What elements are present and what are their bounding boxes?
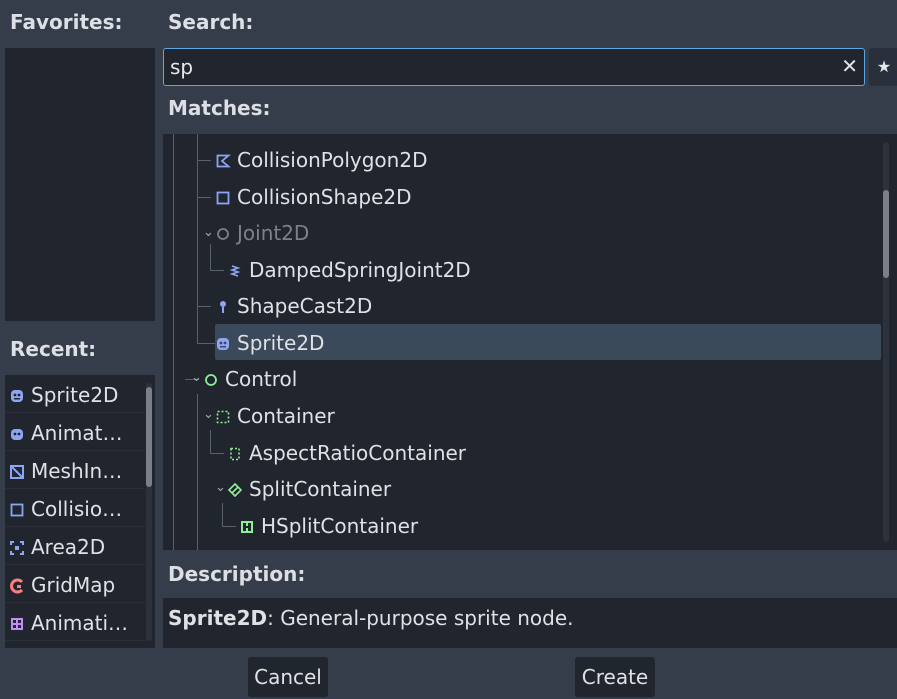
gridmap-icon <box>10 578 24 594</box>
animated-sprite2d-icon <box>11 429 23 440</box>
recent-item-mesh-instance[interactable]: MeshIn… <box>5 453 145 489</box>
tree-guide-line <box>197 160 211 161</box>
recent-item-label: Animati… <box>31 611 129 635</box>
tree-guide-line <box>222 526 236 527</box>
recent-item-label: Area2D <box>31 535 106 559</box>
tree-item-label: ShapeCast2D <box>237 294 373 318</box>
favorites-title: Favorites: <box>10 10 123 34</box>
tree-item-label: Joint2D <box>237 221 310 245</box>
tree-item-hsplit-container[interactable]: HSplitContainer <box>239 509 418 543</box>
recent-item-label: Animat… <box>31 421 123 445</box>
tree-item-joint2d[interactable]: Joint2D <box>215 216 309 250</box>
clear-search-icon[interactable]: ✕ <box>841 54 858 78</box>
tree-guide-line <box>210 244 211 271</box>
tree-item-label: AspectRatioContainer <box>249 441 467 465</box>
container-icon <box>216 410 230 424</box>
shapecast2d-icon <box>220 301 226 313</box>
recent-item-gridmap[interactable]: GridMap <box>5 567 145 603</box>
aspect-ratio-container-icon <box>230 447 240 461</box>
tree-guide-line <box>197 134 198 344</box>
split-container-icon <box>227 482 243 498</box>
tree-item-label: Control <box>225 367 298 391</box>
tree-item-split-container[interactable]: SplitContainer <box>227 472 391 506</box>
recent-item-animation-tree[interactable]: Animati… <box>5 605 145 641</box>
joint2d-icon <box>217 228 229 240</box>
create-button[interactable]: Create <box>575 657 655 697</box>
tree-item-label: Container <box>237 404 335 428</box>
favorites-list[interactable] <box>5 48 155 321</box>
matches-scrollbar-thumb[interactable] <box>883 190 889 278</box>
tree-item-label: HSplitContainer <box>261 514 419 538</box>
tree-guide-line <box>210 270 224 271</box>
matches-title: Matches: <box>168 96 271 120</box>
tree-item-aspect-ratio-container[interactable]: AspectRatioContainer <box>227 436 466 470</box>
recent-item-label: Collisio… <box>31 497 123 521</box>
chevron-down-icon[interactable]: ⌄ <box>203 225 214 240</box>
tree-item-control[interactable]: Control <box>203 362 297 396</box>
tree-guide-line <box>197 343 215 344</box>
tree-guide-line <box>173 134 174 550</box>
star-icon: ★ <box>876 57 892 76</box>
recent-title: Recent: <box>10 337 97 361</box>
tree-item-collision-shape2d[interactable]: CollisionShape2D <box>215 180 412 214</box>
search-input-value: sp <box>170 55 194 79</box>
favorite-star-button[interactable]: ★ <box>869 48 897 86</box>
recent-scrollbar-thumb[interactable] <box>146 387 152 487</box>
tree-item-label: CollisionPolygon2D <box>237 148 428 172</box>
search-title: Search: <box>168 10 254 34</box>
recent-item-label: MeshIn… <box>31 459 123 483</box>
tree-guide-line <box>197 197 211 198</box>
chevron-down-icon[interactable]: ⌄ <box>215 480 226 495</box>
tree-guide-line <box>197 306 211 307</box>
chevron-down-icon[interactable]: ⌄ <box>191 370 202 385</box>
tree-item-collision-polygon2d[interactable]: CollisionPolygon2D <box>215 143 427 177</box>
area2d-icon <box>10 541 24 555</box>
tree-guide-line <box>210 453 224 454</box>
search-input[interactable]: sp ✕ <box>163 48 865 86</box>
collision-polygon2d-icon <box>216 154 231 168</box>
description-panel: Sprite2D: General-purpose sprite node. <box>163 598 897 648</box>
collision-shape2d-icon <box>10 503 24 517</box>
mesh-instance2d-icon <box>10 465 24 479</box>
description-text: : General-purpose sprite node. <box>267 606 574 630</box>
recent-item-collision-shape[interactable]: Collisio… <box>5 491 145 527</box>
matches-tree[interactable]: ⌄ ⌄ ⌄ ⌄ CollisionPolygon2D CollisionShap… <box>163 134 897 550</box>
recent-item-area2d[interactable]: Area2D <box>5 529 145 565</box>
sprite2d-icon <box>11 390 23 402</box>
description-node-name: Sprite2D <box>168 606 268 630</box>
cancel-button[interactable]: Cancel <box>248 657 328 697</box>
recent-item-label: Sprite2D <box>31 383 119 407</box>
tree-item-damped-spring-joint2d[interactable]: DampedSpringJoint2D <box>227 253 471 287</box>
chevron-down-icon[interactable]: ⌄ <box>203 407 214 422</box>
tree-item-shapecast2d[interactable]: ShapeCast2D <box>215 289 372 323</box>
description-title: Description: <box>168 562 306 586</box>
collision-shape2d-icon <box>216 191 230 205</box>
control-icon <box>205 374 217 386</box>
tree-item-label: SplitContainer <box>249 477 392 501</box>
tree-item-label: CollisionShape2D <box>237 185 412 209</box>
hsplit-container-icon <box>241 521 253 533</box>
tree-guide-line <box>222 503 223 527</box>
recent-item-label: GridMap <box>31 573 116 597</box>
tree-item-container[interactable]: Container <box>215 399 335 433</box>
tree-guide-line <box>210 430 211 454</box>
tree-item-label: DampedSpringJoint2D <box>249 258 471 282</box>
damped-spring-joint2d-icon <box>229 265 241 277</box>
recent-list[interactable]: Sprite2D Animat… MeshIn… Collisio… Area2… <box>5 375 155 648</box>
recent-item-sprite2d[interactable]: Sprite2D <box>5 377 145 413</box>
tree-guide-line <box>197 394 198 550</box>
tree-item-label: Sprite2D <box>237 331 325 355</box>
tree-item-sprite2d[interactable]: Sprite2D <box>215 326 324 360</box>
recent-item-animated-sprite[interactable]: Animat… <box>5 415 145 451</box>
animation-tree-icon <box>11 618 23 630</box>
sprite2d-icon <box>217 338 229 350</box>
